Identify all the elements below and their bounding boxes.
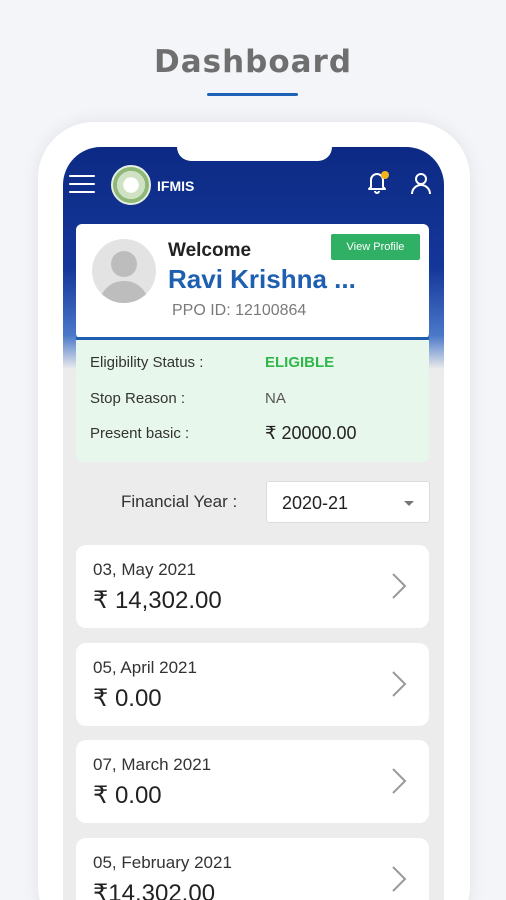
app-screen: IFMIS Welcome Ravi Krishna ... PPO ID: 1… bbox=[63, 147, 444, 900]
stop-reason-value: NA bbox=[265, 390, 286, 407]
payment-date: 07, March 2021 bbox=[93, 755, 212, 774]
ppo-id: PPO ID: 12100864 bbox=[172, 302, 307, 319]
payment-amount: ₹ 14,302.00 bbox=[93, 587, 222, 614]
payment-row[interactable]: 07, March 2021 ₹ 0.00 bbox=[76, 740, 429, 823]
chevron-right-icon bbox=[390, 766, 408, 796]
user-name: Ravi Krishna ... bbox=[168, 264, 356, 294]
welcome-text: Welcome bbox=[168, 240, 252, 261]
app-name: IFMIS bbox=[157, 178, 195, 194]
financial-year-value: 2020-21 bbox=[282, 493, 349, 513]
present-basic-row: Present basic : ₹ 20000.00 bbox=[90, 423, 420, 447]
payment-row[interactable]: 05, April 2021 ₹ 0.00 bbox=[76, 643, 429, 726]
financial-year-select[interactable]: 2020-21 bbox=[266, 481, 430, 523]
chevron-right-icon bbox=[390, 669, 408, 699]
promo-title: Dashboard bbox=[153, 44, 353, 80]
status-card: Eligibility Status : ELIGIBLE Stop Reaso… bbox=[76, 337, 429, 462]
eligibility-status-row: Eligibility Status : ELIGIBLE bbox=[90, 354, 420, 376]
payment-amount: ₹ 0.00 bbox=[93, 685, 162, 712]
payment-row[interactable]: 03, May 2021 ₹ 14,302.00 bbox=[76, 545, 429, 628]
app-logo bbox=[111, 165, 151, 205]
stop-reason-label: Stop Reason : bbox=[90, 390, 186, 407]
hamburger-menu-icon[interactable] bbox=[69, 175, 95, 195]
payment-date: 05, February 2021 bbox=[93, 853, 232, 872]
eligibility-status-value: ELIGIBLE bbox=[265, 354, 335, 371]
view-profile-button[interactable]: View Profile bbox=[331, 234, 420, 260]
chevron-right-icon bbox=[390, 571, 408, 601]
profile-card: Welcome Ravi Krishna ... PPO ID: 1210086… bbox=[76, 224, 429, 339]
financial-year-label: Financial Year : bbox=[121, 492, 238, 511]
payment-amount: ₹14,302.00 bbox=[93, 880, 216, 900]
chevron-right-icon bbox=[390, 864, 408, 894]
payment-amount: ₹ 0.00 bbox=[93, 782, 162, 809]
payment-date: 05, April 2021 bbox=[93, 658, 197, 677]
user-icon[interactable] bbox=[409, 171, 433, 195]
avatar bbox=[92, 239, 156, 303]
phone-notch bbox=[177, 147, 332, 161]
payment-date: 03, May 2021 bbox=[93, 560, 197, 579]
bell-icon[interactable] bbox=[365, 169, 391, 195]
stop-reason-row: Stop Reason : NA bbox=[90, 390, 420, 412]
present-basic-label: Present basic : bbox=[90, 425, 190, 442]
present-basic-value: ₹ 20000.00 bbox=[265, 423, 357, 443]
chevron-down-icon bbox=[404, 501, 414, 506]
eligibility-status-label: Eligibility Status : bbox=[90, 354, 204, 371]
promo-underline bbox=[207, 93, 298, 96]
payment-row[interactable]: 05, February 2021 ₹14,302.00 bbox=[76, 838, 429, 900]
